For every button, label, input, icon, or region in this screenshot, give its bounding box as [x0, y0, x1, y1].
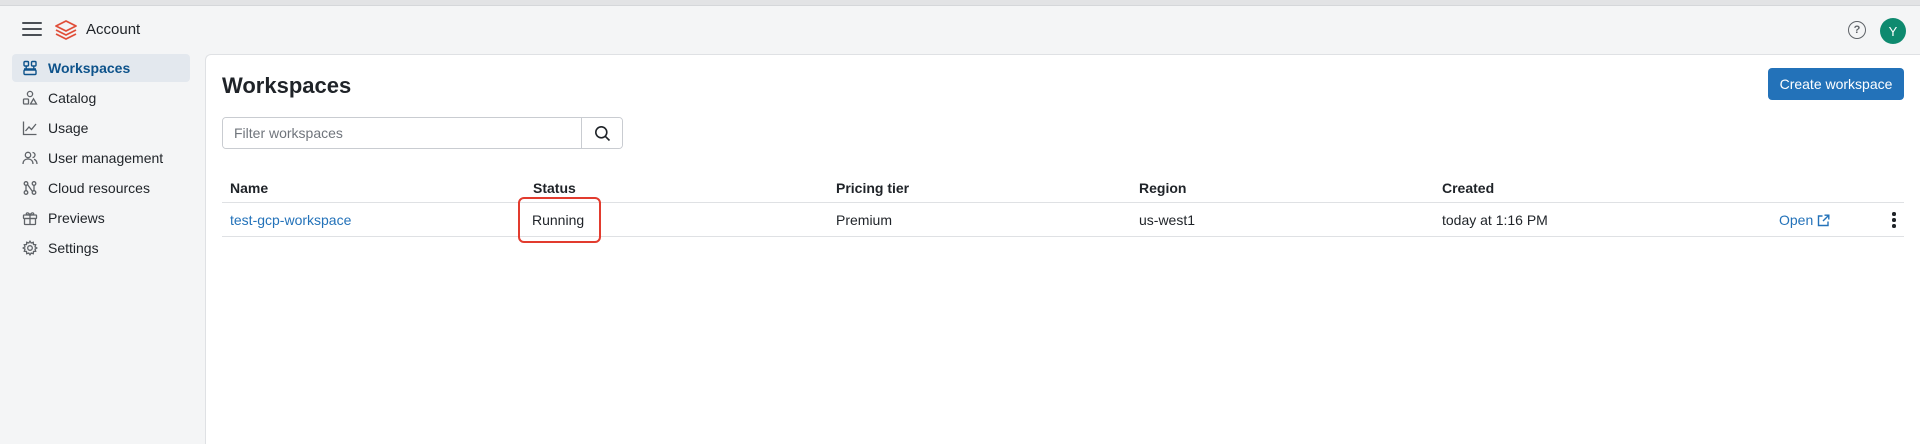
status-text: Running [532, 212, 585, 228]
created-cell: today at 1:16 PM [1442, 212, 1548, 228]
column-header-region[interactable]: Region [1139, 180, 1186, 196]
sidebar-item-label: Catalog [48, 90, 97, 106]
search-button[interactable] [581, 118, 622, 148]
sidebar-item-label: Usage [48, 120, 89, 136]
sidebar-item-label: Cloud resources [48, 180, 150, 196]
sidebar-item-user-management[interactable]: User management [12, 144, 190, 172]
databricks-logo-icon [55, 20, 77, 40]
sidebar-item-label: Settings [48, 240, 99, 256]
app-title: Account [86, 21, 141, 38]
pricing-tier-cell: Premium [836, 212, 893, 228]
usage-chart-icon [22, 121, 37, 136]
column-header-name[interactable]: Name [230, 180, 268, 196]
row-actions-kebab-icon[interactable] [1886, 210, 1902, 230]
sidebar-nav: Workspaces Catalog Usage User management… [12, 54, 190, 264]
user-avatar[interactable]: Y [1880, 18, 1906, 44]
column-header-created[interactable]: Created [1442, 180, 1494, 196]
page-title: Workspaces [222, 73, 352, 98]
table-row: test-gcp-workspace Running Premium us-we… [222, 197, 1904, 243]
sidebar-item-settings[interactable]: Settings [12, 234, 190, 262]
sidebar-item-label: Workspaces [48, 60, 131, 76]
create-workspace-button[interactable]: Create workspace [1768, 68, 1904, 100]
status-cell-highlighted: Running [518, 197, 601, 243]
sidebar-item-usage[interactable]: Usage [12, 114, 190, 142]
hamburger-menu-icon[interactable] [22, 22, 42, 38]
catalog-icon [22, 90, 38, 105]
column-header-status[interactable]: Status [533, 180, 576, 196]
filter-search-box [222, 117, 623, 149]
open-workspace-link[interactable]: Open [1779, 212, 1830, 228]
workspaces-table: Name Status Pricing tier Region Created … [222, 171, 1904, 243]
gift-icon [22, 212, 38, 226]
help-icon[interactable]: ? [1848, 21, 1866, 39]
sidebar-item-workspaces[interactable]: Workspaces [12, 54, 190, 82]
filter-workspaces-input[interactable] [223, 118, 581, 148]
sidebar-item-previews[interactable]: Previews [12, 204, 190, 232]
table-header-row: Name Status Pricing tier Region Created [222, 171, 1904, 203]
open-link-label: Open [1779, 212, 1814, 228]
external-link-icon [1818, 214, 1830, 226]
gear-icon [22, 240, 38, 256]
sidebar-item-cloud-resources[interactable]: Cloud resources [12, 174, 190, 202]
column-header-pricing-tier[interactable]: Pricing tier [836, 180, 909, 196]
search-icon [594, 125, 610, 141]
sidebar-item-label: User management [48, 150, 164, 166]
workspace-name-link[interactable]: test-gcp-workspace [230, 212, 351, 228]
users-icon [22, 151, 38, 165]
sidebar-item-catalog[interactable]: Catalog [12, 84, 190, 112]
top-bar: Account ? Y [0, 6, 1920, 54]
sidebar-item-label: Previews [48, 210, 105, 226]
workspaces-icon [23, 60, 37, 76]
main-panel: Workspaces Create workspace Name Status … [205, 54, 1920, 444]
region-cell: us-west1 [1139, 212, 1196, 228]
cloud-resources-icon [23, 181, 37, 195]
